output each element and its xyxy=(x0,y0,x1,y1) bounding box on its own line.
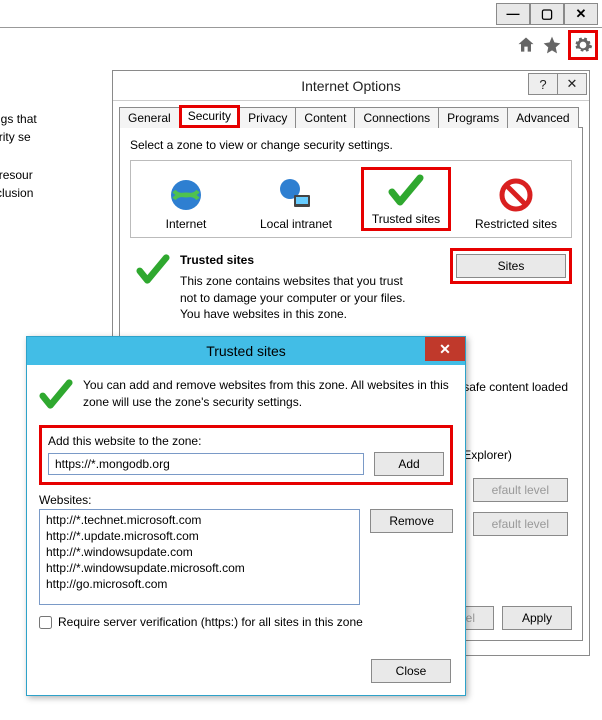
trusted-sites-intro: You can add and remove websites from thi… xyxy=(83,377,453,411)
apply-button[interactable]: Apply xyxy=(502,606,572,630)
window-titlebar: — ▢ ✕ xyxy=(0,0,602,28)
local-intranet-icon xyxy=(278,177,314,213)
tab-security[interactable]: Security xyxy=(179,105,240,128)
internet-options-titlebar: Internet Options ? ✕ xyxy=(113,71,589,101)
add-website-input[interactable] xyxy=(48,453,364,475)
tab-connections[interactable]: Connections xyxy=(354,107,439,128)
require-https-label: Require server verification (https:) for… xyxy=(58,615,363,629)
add-website-label: Add this website to the zone: xyxy=(48,434,444,448)
add-button[interactable]: Add xyxy=(374,452,444,476)
list-item[interactable]: http://*.update.microsoft.com xyxy=(42,528,357,544)
zone-label-text: Restricted sites xyxy=(475,217,557,231)
browser-toolbar xyxy=(0,28,602,62)
tab-programs[interactable]: Programs xyxy=(438,107,508,128)
favorites-icon[interactable] xyxy=(542,35,562,55)
trusted-sites-close-button[interactable]: ✕ xyxy=(425,337,465,361)
websites-label: Websites: xyxy=(39,493,453,507)
partial-text: safe content loaded Explorer) xyxy=(463,378,568,464)
tab-privacy[interactable]: Privacy xyxy=(239,107,296,128)
tab-content[interactable]: Content xyxy=(295,107,355,128)
dialog-close-button[interactable]: ✕ xyxy=(557,73,587,95)
remove-button[interactable]: Remove xyxy=(370,509,453,533)
zone-internet[interactable]: Internet xyxy=(141,177,231,231)
window-close-button[interactable]: ✕ xyxy=(564,3,598,25)
sites-button-highlight: Sites xyxy=(450,248,572,284)
trusted-desc-line: This zone contains websites that you tru… xyxy=(180,273,410,307)
zone-restricted-sites[interactable]: Restricted sites xyxy=(471,177,561,231)
trusted-sites-dialog: Trusted sites ✕ You can add and remove w… xyxy=(26,336,466,696)
checkmark-icon xyxy=(136,252,170,286)
restricted-icon xyxy=(498,177,534,213)
sites-button[interactable]: Sites xyxy=(456,254,566,278)
require-https-checkbox[interactable] xyxy=(39,616,52,629)
list-item[interactable]: http://*.technet.microsoft.com xyxy=(42,512,357,528)
zone-local-intranet[interactable]: Local intranet xyxy=(251,177,341,231)
tabs-row: General Security Privacy Content Connect… xyxy=(119,107,583,128)
zone-trusted-sites[interactable]: Trusted sites xyxy=(361,167,451,231)
close-button[interactable]: Close xyxy=(371,659,451,683)
trusted-sites-title: Trusted sites xyxy=(206,343,286,359)
tab-advanced[interactable]: Advanced xyxy=(507,107,578,128)
websites-listbox[interactable]: http://*.technet.microsoft.com http://*.… xyxy=(39,509,360,605)
help-button[interactable]: ? xyxy=(528,73,558,95)
zone-selector: Internet Local intranet Trusted sites Re… xyxy=(130,160,572,238)
settings-gear-highlight xyxy=(568,30,598,60)
partial-line: safe content loaded xyxy=(463,378,568,396)
window-maximize-button[interactable]: ▢ xyxy=(530,3,564,25)
list-item[interactable]: http://*.windowsupdate.microsoft.com xyxy=(42,560,357,576)
trusted-sites-titlebar: Trusted sites ✕ xyxy=(27,337,465,365)
tab-general[interactable]: General xyxy=(119,107,180,128)
add-website-highlight: Add this website to the zone: Add xyxy=(39,425,453,485)
list-item[interactable]: http://*.windowsupdate.com xyxy=(42,544,357,560)
globe-icon xyxy=(168,177,204,213)
list-item[interactable]: http://go.microsoft.com xyxy=(42,576,357,592)
checkmark-icon xyxy=(39,377,73,411)
zone-label-text: Internet xyxy=(166,217,207,231)
zone-label-text: Local intranet xyxy=(260,217,332,231)
trusted-desc-line: You have websites in this zone. xyxy=(180,306,410,323)
zone-label-text: Trusted sites xyxy=(372,212,440,226)
partial-line: Explorer) xyxy=(463,446,568,464)
zone-prompt: Select a zone to view or change security… xyxy=(130,138,572,152)
gear-icon[interactable] xyxy=(573,35,593,55)
checkmark-icon xyxy=(388,172,424,208)
home-icon[interactable] xyxy=(516,35,536,55)
trusted-heading: Trusted sites xyxy=(180,252,410,269)
default-level-button[interactable]: efault level xyxy=(473,512,568,536)
window-minimize-button[interactable]: — xyxy=(496,3,530,25)
internet-options-title: Internet Options xyxy=(301,78,401,94)
custom-level-button[interactable]: efault level xyxy=(473,478,568,502)
